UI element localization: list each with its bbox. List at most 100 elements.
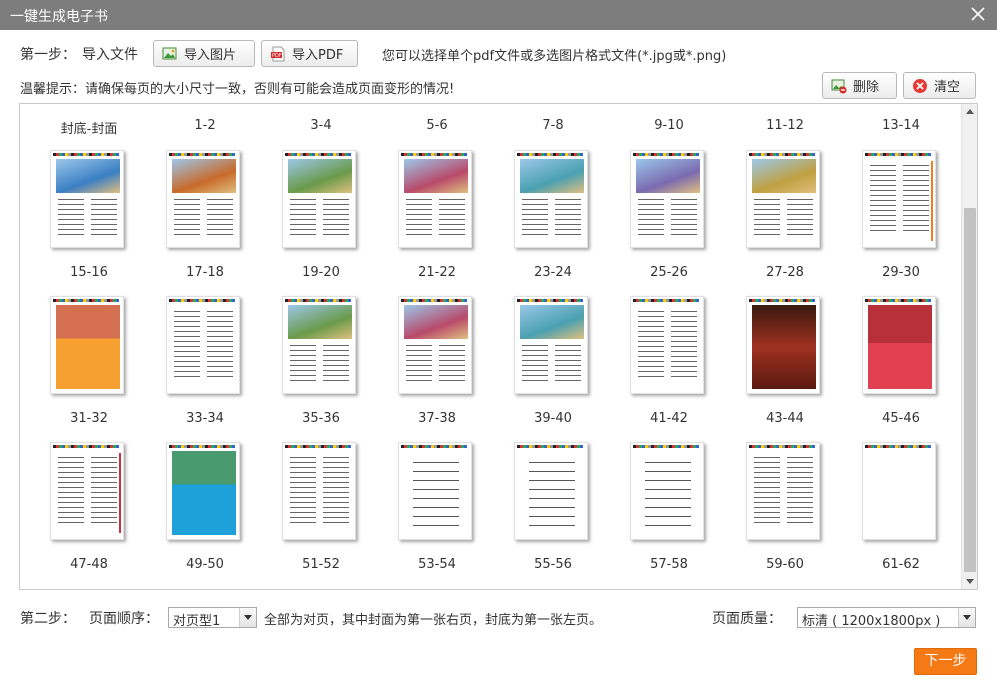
page-thumbnail[interactable] — [166, 150, 244, 250]
page-thumbnail[interactable] — [50, 442, 128, 542]
page-gallery[interactable]: 封底-封面 1-2 3-4 5-6 7-8 9-10 11-12 13-14 15-16 17-1… — [19, 103, 978, 590]
page-label: 33-34 — [186, 411, 224, 426]
import-image-button[interactable]: 导入图片 — [153, 40, 255, 67]
page-marker — [119, 453, 121, 533]
page-label: 11-12 — [766, 118, 804, 133]
page-thumbnail[interactable] — [630, 150, 708, 250]
text-lines — [638, 197, 664, 237]
page-image — [282, 442, 356, 540]
page-image — [398, 296, 472, 394]
page-quality-label: 页面质量： — [712, 611, 782, 627]
text-lines — [787, 197, 813, 237]
page-label: 57-58 — [650, 557, 688, 572]
page-marker — [931, 161, 933, 241]
text-lines — [323, 343, 349, 383]
text-lines — [522, 343, 548, 383]
page-label: 5-6 — [426, 118, 448, 133]
page-thumbnail[interactable] — [50, 150, 128, 250]
color-bar — [865, 445, 931, 448]
gallery-scrollbar[interactable] — [961, 104, 977, 589]
chevron-down-icon[interactable] — [958, 608, 975, 627]
page-thumbnail[interactable] — [50, 296, 128, 396]
text-lines — [754, 197, 780, 237]
color-bar — [169, 153, 235, 156]
page-image — [630, 150, 704, 248]
page-thumbnail[interactable] — [746, 442, 824, 542]
page-thumbnail[interactable] — [862, 296, 940, 396]
page-thumbnail[interactable] — [630, 442, 708, 542]
text-lines — [555, 343, 581, 383]
import-pdf-button[interactable]: PDF 导入PDF — [261, 40, 358, 67]
page-photo — [56, 305, 120, 389]
page-photo — [752, 305, 816, 389]
page-thumbnail[interactable] — [282, 150, 360, 250]
page-label: 23-24 — [534, 265, 572, 280]
page-label: 45-46 — [882, 411, 920, 426]
page-thumbnail[interactable] — [282, 442, 360, 542]
text-lines — [323, 455, 349, 527]
page-label: 15-16 — [70, 265, 108, 280]
text-lines — [903, 163, 929, 235]
page-thumbnail[interactable] — [398, 150, 476, 250]
text-lines — [406, 343, 432, 383]
import-pdf-label: 导入PDF — [292, 48, 344, 63]
page-thumbnail[interactable] — [166, 442, 244, 542]
page-image — [282, 150, 356, 248]
page-thumbnail[interactable] — [746, 296, 824, 396]
page-thumbnail[interactable] — [746, 150, 824, 250]
page-label: 19-20 — [302, 265, 340, 280]
page-order-select[interactable]: 对页型1 — [168, 607, 257, 629]
page-quality-value: 标清 ( 1200x1800px ) — [802, 614, 941, 629]
text-lines — [522, 197, 548, 237]
next-step-button[interactable]: 下一步 — [914, 648, 977, 675]
close-icon[interactable] — [968, 4, 988, 24]
page-photo — [752, 159, 816, 193]
page-label: 59-60 — [766, 557, 804, 572]
image-delete-icon — [831, 78, 847, 94]
page-thumbnail[interactable] — [514, 442, 592, 542]
page-thumbnail[interactable] — [166, 296, 244, 396]
text-lines — [207, 309, 233, 381]
scroll-up-icon[interactable] — [962, 104, 977, 120]
text-lines — [671, 309, 697, 381]
text-lines — [645, 457, 691, 527]
page-label: 1-2 — [194, 118, 216, 133]
delete-button[interactable]: 删除 — [822, 72, 897, 99]
color-bar — [865, 153, 931, 156]
page-thumbnail[interactable] — [514, 296, 592, 396]
page-label: 13-14 — [882, 118, 920, 133]
page-image — [282, 296, 356, 394]
page-image — [50, 296, 124, 394]
page-order-label: 页面顺序： — [89, 611, 159, 627]
text-lines — [290, 455, 316, 527]
page-thumbnail[interactable] — [282, 296, 360, 396]
color-bar — [865, 299, 931, 302]
color-bar — [749, 299, 815, 302]
page-label: 29-30 — [882, 265, 920, 280]
text-lines — [91, 197, 117, 237]
page-thumbnail[interactable] — [862, 442, 940, 542]
color-bar — [169, 299, 235, 302]
text-lines — [870, 163, 896, 235]
scrollbar-thumb[interactable] — [964, 208, 976, 572]
clear-label: 清空 — [934, 80, 961, 95]
page-thumbnail[interactable] — [398, 442, 476, 542]
clear-button[interactable]: 清空 — [903, 72, 976, 99]
color-bar — [285, 153, 351, 156]
page-image — [166, 150, 240, 248]
page-quality-select[interactable]: 标清 ( 1200x1800px ) — [797, 607, 976, 629]
scroll-down-icon[interactable] — [962, 573, 977, 589]
page-thumbnail[interactable] — [862, 150, 940, 250]
page-thumbnail[interactable] — [514, 150, 592, 250]
text-lines — [439, 343, 465, 383]
delete-label: 删除 — [853, 80, 880, 95]
chevron-down-icon[interactable] — [239, 608, 256, 627]
color-bar — [401, 445, 467, 448]
page-thumbnail[interactable] — [630, 296, 708, 396]
color-bar — [401, 299, 467, 302]
page-order-description: 全部为对页，其中封面为第一张右页，封底为第一张左页。 — [264, 613, 603, 628]
text-lines — [323, 197, 349, 237]
page-thumbnail[interactable] — [398, 296, 476, 396]
page-label: 27-28 — [766, 265, 804, 280]
page-photo — [172, 159, 236, 193]
